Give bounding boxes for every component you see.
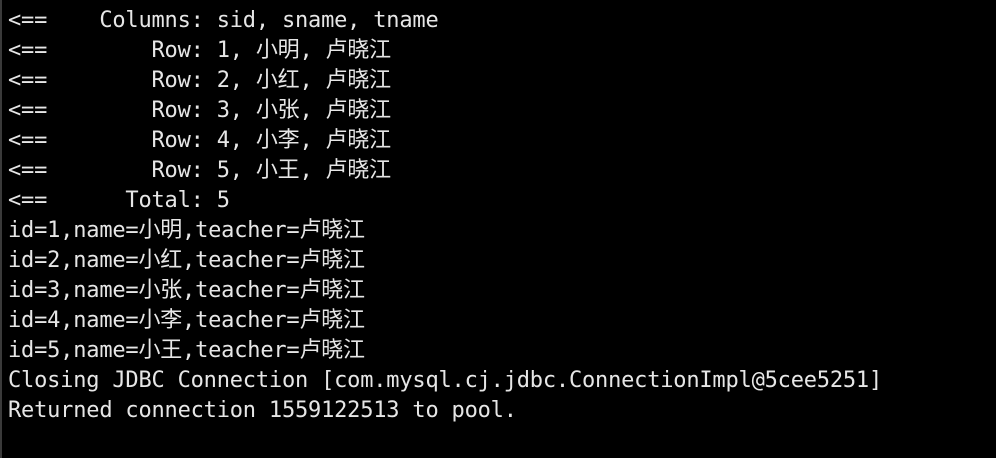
console-output[interactable]: <== Columns: sid, sname, tname <== Row: …: [0, 0, 996, 458]
console-line-row-3: <== Row: 3, 小张, 卢晓江: [8, 98, 391, 123]
console-line-total: <== Total: 5: [8, 188, 230, 213]
console-line-closing-connection: Closing JDBC Connection [com.mysql.cj.jd…: [8, 368, 883, 393]
console-line-columns: <== Columns: sid, sname, tname: [8, 8, 439, 33]
console-line-record-2: id=2,name=小红,teacher=卢晓江: [8, 248, 365, 273]
console-line-record-3: id=3,name=小张,teacher=卢晓江: [8, 278, 365, 303]
console-line-row-4: <== Row: 4, 小李, 卢晓江: [8, 128, 391, 153]
console-line-row-1: <== Row: 1, 小明, 卢晓江: [8, 38, 391, 63]
console-line-record-1: id=1,name=小明,teacher=卢晓江: [8, 218, 365, 243]
console-line-row-2: <== Row: 2, 小红, 卢晓江: [8, 68, 391, 93]
console-line-record-4: id=4,name=小李,teacher=卢晓江: [8, 308, 365, 333]
console-line-record-5: id=5,name=小王,teacher=卢晓江: [8, 338, 365, 363]
console-line-returned-connection: Returned connection 1559122513 to pool.: [8, 398, 517, 423]
console-line-row-5: <== Row: 5, 小王, 卢晓江: [8, 158, 391, 183]
